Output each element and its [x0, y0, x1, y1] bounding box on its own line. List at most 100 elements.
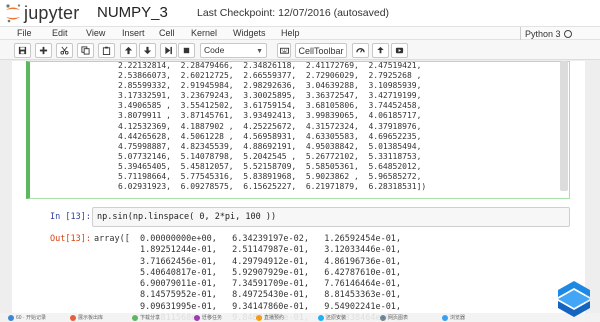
- taskbar-item[interactable]: 浏览器: [442, 313, 465, 322]
- output-line: 5.71198664, 5.77545316, 5.83891968, 5.90…: [118, 172, 422, 182]
- taskbar-item-label: 展示板出库: [78, 315, 104, 321]
- taskbar-item-label: 60 · 开始记录: [16, 315, 47, 321]
- save-icon: [18, 46, 27, 55]
- output-line: 3.71662456e-01, 4.29794912e-01, 4.861967…: [94, 256, 402, 267]
- taskbar-item-label: 浏览器: [450, 315, 466, 321]
- menu-file[interactable]: File: [17, 28, 32, 38]
- scissors-icon: [60, 46, 69, 55]
- cell-type-value: Code: [204, 45, 225, 55]
- output-line: 3.4906585 , 3.55412502, 3.61759154, 3.68…: [118, 101, 422, 111]
- kernel-name: Python 3: [525, 28, 561, 39]
- output-line: 5.39465405, 5.45812057, 5.52158709, 5.58…: [118, 161, 422, 171]
- taskbar-item-icon: [380, 314, 386, 321]
- taskbar-item-icon: [256, 314, 262, 321]
- taskbar-item-icon: [442, 314, 448, 321]
- output-line: 5.07732146, 5.14078798, 5.2042545 , 5.26…: [118, 151, 422, 161]
- code-cell-13[interactable]: In [13]: np.sin(np.linspace( 0, 2*pi, 10…: [26, 207, 570, 229]
- video-icon: [395, 47, 404, 54]
- logo-text: jupyter: [24, 2, 80, 23]
- output-line: 6.02931923, 6.09278575, 6.15625227, 6.21…: [118, 182, 427, 192]
- step-forward-icon: [165, 46, 172, 55]
- jupyter-logo-icon: [6, 4, 21, 23]
- publish-button[interactable]: [372, 43, 389, 58]
- run-button[interactable]: [160, 43, 177, 58]
- arrow-down-icon: [143, 46, 152, 55]
- previous-output: 2.22132814, 2.28479466, 2.34826118, 2.41…: [118, 61, 426, 192]
- jupyter-window: jupyter NUMPY_3 Last Checkpoint: 12/07/2…: [0, 0, 600, 322]
- move-down-button[interactable]: [139, 43, 156, 58]
- command-palette-button[interactable]: [277, 43, 291, 58]
- code-text: np.sin(np.linspace( 0, 2*pi, 100 )): [97, 212, 277, 222]
- menu-kernel[interactable]: Kernel: [191, 28, 217, 38]
- output-line: 2.85599332, 2.91945984, 2.98292636, 3.04…: [118, 81, 422, 91]
- presentation-button[interactable]: [391, 43, 408, 58]
- taskbar-item[interactable]: 迁移任务: [194, 313, 222, 322]
- notebook-name[interactable]: NUMPY_3: [97, 4, 168, 21]
- cell-13-output: array([ 0.00000000e+00, 6.34239197e-02, …: [94, 234, 401, 322]
- taskbar-item[interactable]: 网页图表: [380, 313, 408, 322]
- celltoolbar-label: CellToolbar: [298, 45, 344, 56]
- taskbar: 60 · 开始记录 展示板出库 下载分享 迁移任务 直播预约 还原安装 网页图表 浏览器: [0, 313, 600, 322]
- chevron-down-icon: ▼: [256, 48, 263, 55]
- kernel-status-icon: [563, 29, 572, 38]
- menu-widgets[interactable]: Widgets: [233, 28, 266, 38]
- output-line: 8.14575952e-01, 8.49725430e-01, 8.814533…: [94, 290, 402, 301]
- notebook-area: 2.22132814, 2.28479466, 2.34826118, 2.41…: [0, 61, 600, 322]
- menu-cell[interactable]: Cell: [159, 28, 175, 38]
- plus-icon: [39, 46, 48, 55]
- brand-logo-icon: [558, 281, 590, 317]
- output-line: 1.89251244e-01, 2.51147987e-01, 3.120334…: [94, 245, 402, 256]
- output-line: 2.22132814, 2.28479466, 2.34826118, 2.41…: [118, 61, 422, 70]
- taskbar-item[interactable]: 60 · 开始记录: [8, 313, 46, 322]
- header: jupyter NUMPY_3 Last Checkpoint: 12/07/2…: [0, 0, 600, 26]
- output-line: 4.12532369, 4.1887902 , 4.25225672, 4.31…: [118, 121, 422, 131]
- taskbar-item[interactable]: 直播预约: [256, 313, 284, 322]
- taskbar-item-icon: [194, 314, 200, 321]
- output-prompt: Out[13]:: [50, 234, 91, 244]
- kernel-indicator[interactable]: Python 3: [520, 27, 572, 40]
- code-input-area[interactable]: np.sin(np.linspace( 0, 2*pi, 100 )): [92, 207, 570, 227]
- taskbar-item[interactable]: 还原安装: [318, 313, 346, 322]
- stop-button[interactable]: [178, 43, 195, 58]
- keyboard-icon: [279, 47, 289, 54]
- scrollbar-thumb[interactable]: [560, 61, 568, 191]
- dashboard-button[interactable]: [352, 43, 369, 58]
- dashboard-icon: [356, 48, 365, 53]
- taskbar-item-label: 直播预约: [264, 315, 285, 321]
- taskbar-item[interactable]: 下载分享: [132, 313, 160, 322]
- menubar: File Edit View Insert Cell Kernel Widget…: [0, 26, 600, 40]
- cut-button[interactable]: [56, 43, 73, 58]
- copy-button[interactable]: [77, 43, 94, 58]
- output-line: 6.90079011e-01, 7.34591709e-01, 7.761464…: [94, 279, 402, 290]
- copy-icon: [81, 46, 90, 55]
- insert-cell-button[interactable]: [35, 43, 52, 58]
- output-line: 9.09631995e-01, 9.34147860e-01, 9.549022…: [94, 301, 402, 312]
- menu-insert[interactable]: Insert: [122, 28, 145, 38]
- upload-icon: [377, 46, 384, 54]
- checkpoint-status: Last Checkpoint: 12/07/2016 (autosaved): [197, 7, 390, 19]
- output-line: array([ 0.00000000e+00, 6.34239197e-02, …: [94, 234, 402, 244]
- celltoolbar-button[interactable]: CellToolbar: [295, 43, 347, 58]
- taskbar-item-icon: [318, 314, 324, 321]
- taskbar-item-label: 下载分享: [140, 315, 161, 321]
- output-line: 4.44265628, 4.5061228 , 4.56958931, 4.63…: [118, 131, 422, 141]
- arrow-up-icon: [124, 46, 133, 55]
- jupyter-logo[interactable]: jupyter: [4, 2, 79, 24]
- taskbar-item-icon: [70, 314, 76, 321]
- cell-type-select[interactable]: Code ▼: [200, 43, 267, 58]
- taskbar-item[interactable]: 展示板出库: [70, 313, 103, 322]
- output-line: 2.53866073, 2.60212725, 2.66559377, 2.72…: [118, 71, 422, 81]
- paste-button[interactable]: [98, 43, 115, 58]
- save-button[interactable]: [14, 43, 31, 58]
- menu-view[interactable]: View: [86, 28, 105, 38]
- taskbar-item-icon: [132, 314, 138, 321]
- menu-edit[interactable]: Edit: [52, 28, 68, 38]
- toolbar: Code ▼ CellToolbar: [0, 40, 600, 60]
- notebook-container: 2.22132814, 2.28479466, 2.34826118, 2.41…: [12, 61, 585, 322]
- output-line: 4.75998887, 4.82345539, 4.88692191, 4.95…: [118, 141, 422, 151]
- output-line: 3.17332591, 3.23679243, 3.30025895, 3.36…: [118, 91, 422, 101]
- paste-icon: [102, 46, 111, 55]
- move-up-button[interactable]: [120, 43, 137, 58]
- output-line: 3.8079911 , 3.87145761, 3.93492413, 3.99…: [118, 111, 422, 121]
- menu-help[interactable]: Help: [281, 28, 300, 38]
